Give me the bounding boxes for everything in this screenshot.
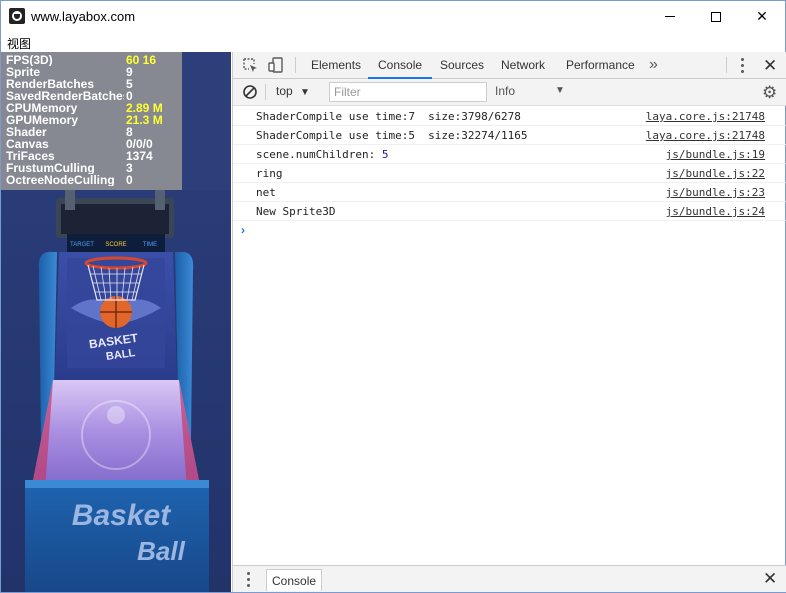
log-message: ring (256, 167, 283, 180)
stat-row: FrustumCulling 3 (6, 162, 182, 174)
menu-bar: 视图 (1, 32, 785, 52)
drawer-tab-console[interactable]: Console (266, 569, 323, 591)
game-canvas[interactable]: TARGET SCORE TIME BASKET BALL Basket Bal… (1, 52, 231, 592)
console-log-row: scene.numChildren: 5 js/bundle.js:19 (233, 145, 786, 164)
stat-label: Shader (6, 126, 47, 138)
stat-label: FrustumCulling (6, 162, 95, 174)
stat-label: TriFaces (6, 150, 55, 162)
log-text: ShaderCompile use time:5 size:32274/1165 (256, 129, 528, 142)
app-icon (9, 8, 25, 24)
minimize-button[interactable] (647, 1, 693, 32)
stat-label: RenderBatches (6, 78, 95, 90)
basketball-machine-scene: TARGET SCORE TIME BASKET BALL Basket Bal… (1, 190, 231, 592)
stats-panel: FPS(3D) 60 16 Sprite 9 RenderBatches 5 SavedRe… (1, 52, 182, 190)
console-log-list: ShaderCompile use time:7 size:3798/6278 l… (233, 107, 786, 221)
customize-menu-icon[interactable] (741, 58, 745, 74)
close-icon: ✕ (756, 8, 768, 24)
log-source-link[interactable]: js/bundle.js:23 (666, 186, 765, 199)
tab-elements[interactable]: Elements (301, 52, 371, 79)
stat-row: GPUMemory 21.3 M (6, 114, 182, 126)
log-message: scene.numChildren: 5 (256, 148, 388, 161)
log-message: ShaderCompile use time:7 size:3798/6278 (256, 110, 521, 123)
log-source-link[interactable]: js/bundle.js:19 (666, 148, 765, 161)
stat-row: Canvas 0/0/0 (6, 138, 182, 150)
title-bar: www.layabox.com ✕ (1, 1, 785, 32)
stat-row: RenderBatches 5 (6, 78, 182, 90)
filter-input[interactable] (329, 82, 487, 102)
stat-label: OctreeNodeCulling (6, 174, 115, 186)
console-toolbar: top ▼ Info ▼ ⚙ (233, 79, 786, 106)
device-toolbar-icon[interactable] (268, 57, 284, 73)
front-panel-text-ball: Ball (137, 536, 185, 566)
close-drawer-icon[interactable]: ✕ (763, 569, 777, 589)
front-panel-text-basket: Basket (72, 499, 172, 532)
log-message: ShaderCompile use time:5 size:32274/1165 (256, 129, 528, 142)
stat-label: GPUMemory (6, 114, 79, 126)
log-source-link[interactable]: laya.core.js:21748 (646, 110, 765, 123)
console-log-row: New Sprite3D js/bundle.js:24 (233, 202, 786, 221)
stat-row: OctreeNodeCulling 0 (6, 174, 182, 186)
close-window-button[interactable]: ✕ (739, 1, 785, 32)
gear-icon[interactable]: ⚙ (762, 83, 777, 103)
log-source-link[interactable]: js/bundle.js:22 (666, 167, 765, 180)
scoreboard-target: TARGET (70, 242, 94, 248)
context-select[interactable]: top ▼ (276, 84, 310, 98)
tab-network[interactable]: Network (491, 52, 555, 79)
tab-performance[interactable]: Performance (556, 52, 645, 79)
log-source-link[interactable]: laya.core.js:21748 (646, 129, 765, 142)
stat-label: Canvas (6, 138, 49, 150)
toolbar-separator (726, 57, 727, 73)
stat-row: FPS(3D) 60 16 (6, 54, 182, 66)
maximize-button[interactable] (693, 1, 739, 32)
tab-console[interactable]: Console (368, 52, 433, 79)
log-text: net (256, 186, 276, 199)
log-message: net (256, 186, 276, 199)
stat-label: Sprite (6, 66, 41, 78)
scoreboard-score: SCORE (105, 242, 126, 248)
chevron-down-icon: ▼ (300, 87, 310, 98)
stat-label: FPS(3D) (6, 54, 53, 66)
more-tabs-button[interactable]: » (649, 56, 658, 74)
console-prompt[interactable]: › (241, 223, 245, 237)
devtools-panel: Elements Console Sources Network Perform… (232, 52, 786, 592)
stat-row: Shader 8 (6, 126, 182, 138)
stat-row: TriFaces 1374 (6, 150, 182, 162)
console-log-row: net js/bundle.js:23 (233, 183, 786, 202)
context-value: top (276, 84, 293, 98)
browser-window: www.layabox.com ✕ 视图 TARGET SCORE TIME B… (0, 0, 786, 593)
console-log-row: ShaderCompile use time:5 size:32274/1165… (233, 126, 786, 145)
log-text: New Sprite3D (256, 205, 336, 218)
console-log-row: ring js/bundle.js:22 (233, 164, 786, 183)
stat-label: CPUMemory (6, 102, 78, 114)
maximize-icon (711, 11, 721, 22)
log-number: 5 (381, 148, 389, 161)
log-source-link[interactable]: js/bundle.js:24 (666, 205, 765, 218)
devtools-toolbar: Elements Console Sources Network Perform… (233, 52, 786, 79)
stat-row: Sprite 9 (6, 66, 182, 78)
console-log-row: ShaderCompile use time:7 size:3798/6278 l… (233, 107, 786, 126)
clear-console-icon[interactable] (242, 84, 258, 100)
log-message: New Sprite3D (256, 205, 335, 218)
devtools-drawer: Console ✕ (233, 565, 786, 592)
log-text: scene.numChildren: (256, 148, 382, 161)
chevron-down-icon: ▼ (555, 85, 565, 96)
stat-value: 0 (126, 173, 133, 187)
toolbar-separator (265, 84, 266, 100)
scoreboard-time: TIME (143, 242, 157, 248)
window-title: www.layabox.com (31, 9, 136, 24)
menu-view[interactable]: 视图 (7, 35, 31, 52)
tab-sources[interactable]: Sources (430, 52, 494, 79)
log-text: ShaderCompile use time:7 size:3798/6278 (256, 110, 521, 123)
log-text: ring (256, 167, 283, 180)
close-devtools-icon[interactable]: ✕ (763, 56, 777, 76)
drawer-menu-icon[interactable] (247, 572, 251, 588)
stat-label: SavedRenderBatches (6, 90, 124, 102)
minimize-icon (665, 16, 675, 17)
inspect-element-icon[interactable] (242, 57, 258, 73)
toolbar-separator (295, 57, 296, 73)
